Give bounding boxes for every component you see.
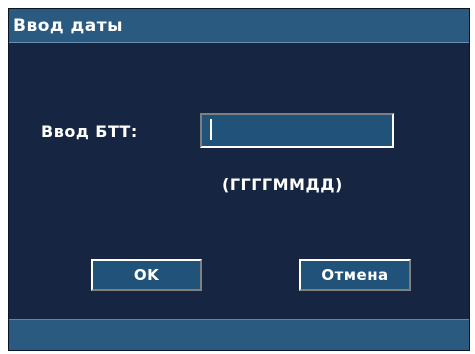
lmp-date-input[interactable] xyxy=(200,113,394,148)
dialog-status-bar xyxy=(9,319,469,350)
dialog-title: Ввод даты xyxy=(13,16,123,36)
ok-button[interactable]: OK xyxy=(91,259,202,291)
dialog-titlebar: Ввод даты xyxy=(9,9,469,43)
date-entry-dialog: Ввод даты Ввод БТТ: (ГГГГММДД) OK Отмена xyxy=(8,8,470,351)
cancel-button[interactable]: Отмена xyxy=(299,259,411,291)
date-format-hint: (ГГГГММДД) xyxy=(222,175,343,194)
lmp-field-label: Ввод БТТ: xyxy=(41,122,138,141)
text-caret xyxy=(210,119,212,140)
